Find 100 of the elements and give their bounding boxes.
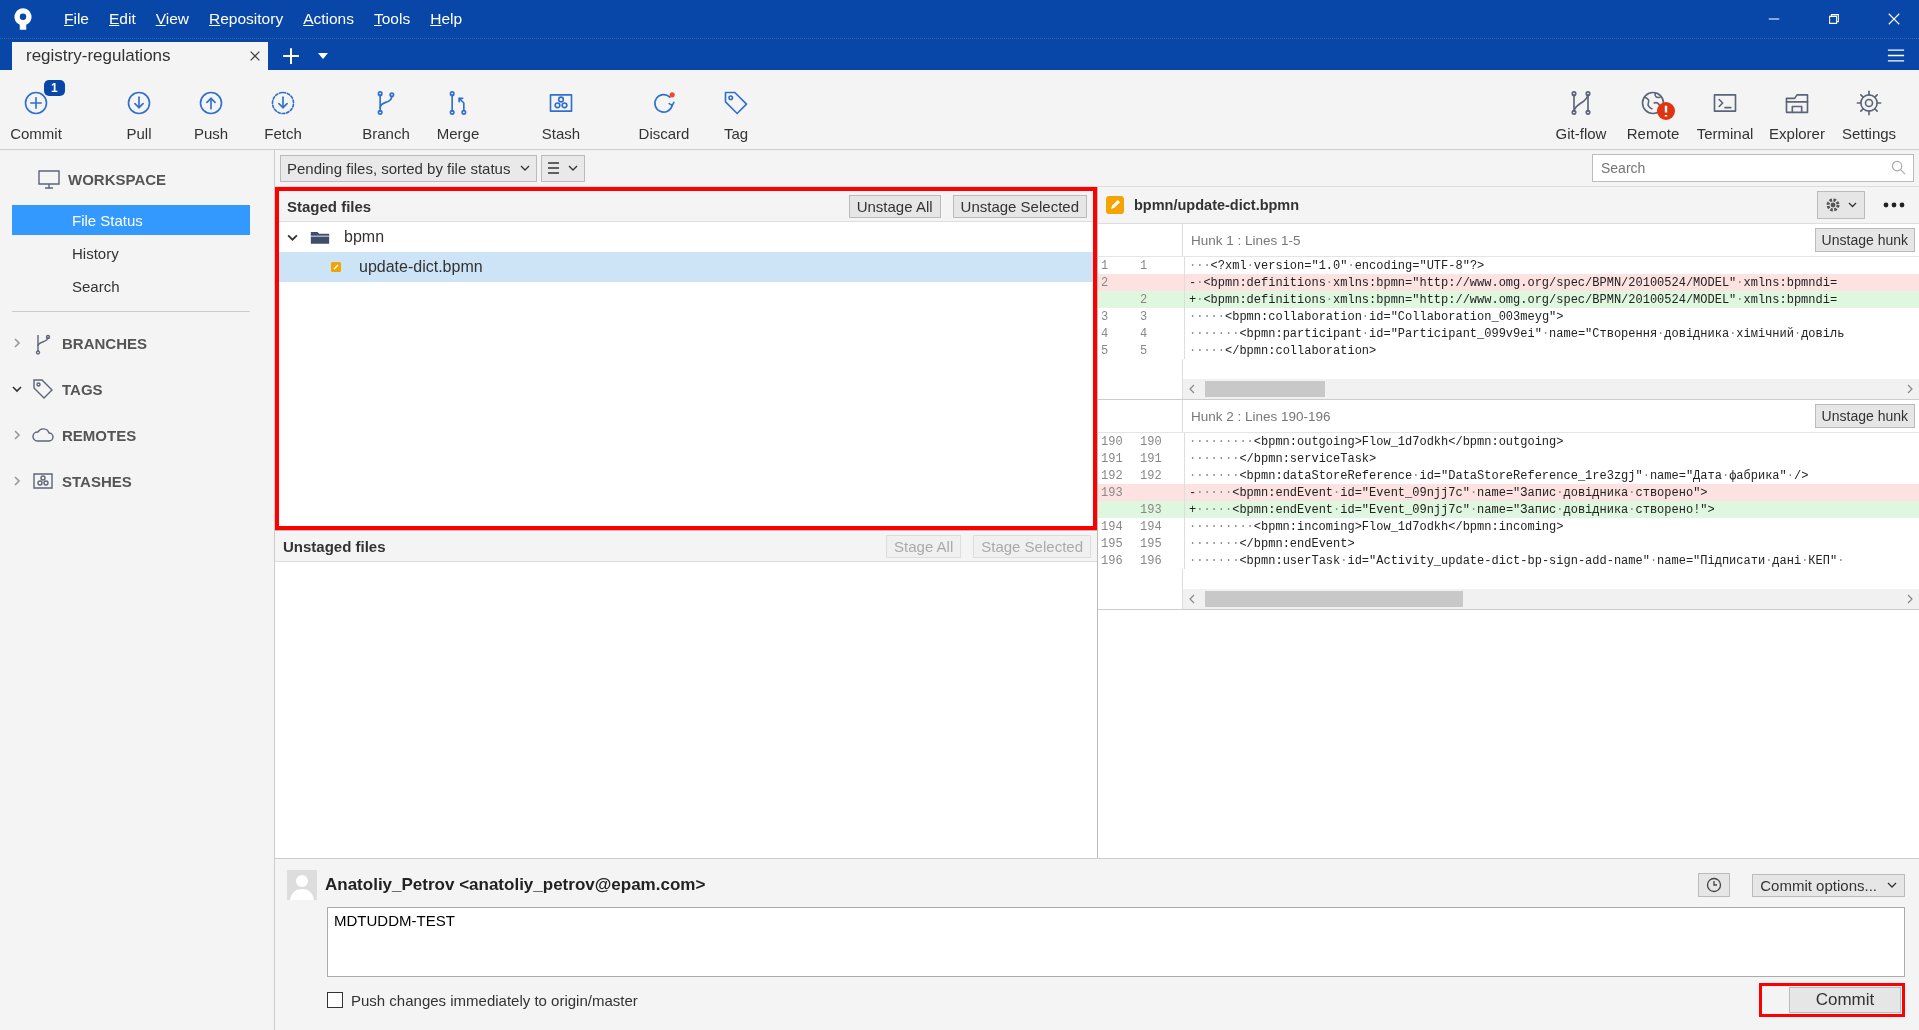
code-text: +·····<bpmn:endEvent·id="Event_09njj7c"·name="Запис·довідника·створено!"> — [1188, 502, 1715, 517]
line-number: 2 — [1100, 275, 1110, 290]
line-number: 195 — [1137, 535, 1185, 552]
menu-item[interactable]: Edit — [101, 8, 144, 30]
menu-item[interactable]: Repository — [201, 8, 292, 30]
gear-icon — [1824, 196, 1858, 214]
toolbar-button[interactable]: Explorer — [1761, 70, 1833, 149]
folder-name: bpmn — [344, 228, 385, 246]
line-number: 196 — [1100, 553, 1124, 568]
line-number: 191 — [1100, 451, 1124, 466]
tree-row[interactable]: bpmn — [279, 222, 1093, 252]
toolbar-button[interactable]: 1 Commit — [0, 70, 72, 149]
tool-icon — [1855, 89, 1883, 117]
scroll-right-icon[interactable] — [1907, 594, 1913, 604]
toolbar-button[interactable]: Terminal — [1689, 70, 1761, 149]
author-name: Anatoliy_Petrov <anatoliy_petrov@epam.com> — [325, 875, 707, 895]
menu-item[interactable]: Actions — [295, 8, 362, 30]
stage-button[interactable]: Unstage Selected — [952, 194, 1087, 218]
modified-icon — [331, 262, 341, 272]
caret-icon[interactable] — [318, 53, 328, 59]
file-filter-dropdown[interactable]: Pending files, sorted by file status — [280, 154, 538, 182]
toolbar-button[interactable]: Fetch — [247, 70, 319, 149]
commit-button[interactable]: Commit — [1789, 987, 1901, 1013]
section-title: WORKSPACE — [68, 170, 167, 188]
tool-icon — [269, 89, 297, 117]
toolbar-button[interactable]: Branch — [350, 70, 422, 149]
toolbar-button[interactable]: Pull — [103, 70, 175, 149]
toolbar-button[interactable]: Tag — [700, 70, 772, 149]
tool-icon — [197, 89, 225, 117]
folder-icon — [310, 229, 330, 245]
plus-icon[interactable] — [282, 47, 300, 65]
sidebar-item[interactable]: Search — [12, 271, 250, 301]
line-number: 5 — [1137, 342, 1185, 359]
line-number: 3 — [1100, 309, 1110, 324]
checkbox[interactable] — [327, 992, 343, 1008]
toolbar-button[interactable]: Push — [175, 70, 247, 149]
code-text: +·<bpmn:definitions·xmlns:bpmn="http://www.omg.org/spec/BPMN/20100524/MODEL"·xmlns:bpmndi= — [1188, 292, 1838, 307]
code-text: ·······<bpmn:userTask·id="Activity_update-dict-bp-sign-add-name"·name="Підписати·дані·КЕП"· — [1188, 553, 1845, 568]
line-number: 196 — [1137, 552, 1185, 569]
code-text: -·····<bpmn:endEvent·id="Event_09njj7c"·name="Запис·довідника·створено"> — [1188, 485, 1708, 500]
toolbar-button[interactable]: Git-flow — [1545, 70, 1617, 149]
code-text: ···<?xml·version="1.0"·encoding="UTF-8"?> — [1188, 258, 1485, 273]
tool-icon — [722, 89, 750, 117]
checkbox-label[interactable]: Push changes immediately to origin/master — [351, 991, 638, 1009]
toolbar-button[interactable]: Stash — [525, 70, 597, 149]
hunk-title: Hunk 1 : Lines 1-5 — [1190, 232, 1302, 248]
close-icon[interactable] — [248, 49, 262, 63]
toolbar-button[interactable]: Discard — [628, 70, 700, 149]
panel-title: Staged files — [287, 197, 372, 215]
horizontal-scrollbar[interactable] — [1183, 589, 1919, 609]
view-mode-button[interactable] — [541, 154, 586, 182]
code-text: ·········<bpmn:outgoing>Flow_1d7odkh</bpmn:outgoing> — [1188, 434, 1564, 449]
tool-icon — [125, 89, 153, 117]
stage-button[interactable]: Unstage All — [848, 194, 941, 218]
section-title[interactable]: REMOTES — [62, 426, 137, 444]
line-number: 192 — [1100, 468, 1124, 483]
code-text: ·········<bpmn:incoming>Flow_1d7odkh</bpmn:incoming> — [1188, 519, 1564, 534]
line-number: 2 — [1137, 291, 1185, 308]
commit-message-field[interactable]: MDTUDDM-TEST — [327, 907, 1905, 977]
restore-icon[interactable] — [1827, 12, 1841, 26]
toolbar-button[interactable]: Merge — [422, 70, 494, 149]
sidebar-item[interactable]: History — [12, 238, 250, 268]
line-number: 5 — [1100, 343, 1110, 358]
panel-title: Unstaged files — [283, 537, 386, 555]
scroll-left-icon[interactable] — [1189, 384, 1195, 394]
chevron-icon[interactable] — [12, 384, 22, 394]
menu-item[interactable]: View — [147, 8, 198, 30]
edit-icon — [1106, 196, 1124, 214]
menu-item[interactable]: Help — [422, 8, 471, 30]
settings-dropdown[interactable] — [1817, 191, 1865, 219]
line-number: 195 — [1100, 536, 1124, 551]
menu-item[interactable]: Tools — [366, 8, 419, 30]
repo-tab[interactable]: registry-regulations — [12, 42, 268, 70]
toolbar-button[interactable]: Settings — [1833, 70, 1905, 149]
section-title[interactable]: TAGS — [62, 380, 103, 398]
history-button[interactable] — [1698, 873, 1731, 897]
section-title[interactable]: BRANCHES — [62, 334, 147, 352]
chevron-icon — [1887, 882, 1897, 888]
scroll-right-icon[interactable] — [1907, 384, 1913, 394]
file-row[interactable]: update-dict.bpmn — [279, 252, 1093, 282]
line-number: 194 — [1137, 518, 1185, 535]
menu-item[interactable]: File — [56, 8, 97, 30]
line-number: 4 — [1137, 325, 1185, 342]
unstage-hunk-button[interactable]: Unstage hunk — [1814, 404, 1915, 428]
search-field[interactable]: Search — [1592, 154, 1914, 182]
commit-options-dropdown[interactable]: Commit options... — [1752, 873, 1905, 897]
unstage-hunk-button[interactable]: Unstage hunk — [1814, 228, 1915, 252]
list-icon — [548, 162, 579, 174]
file-path: bpmn/update-dict.bpmn — [1134, 197, 1301, 213]
menu-icon[interactable] — [1887, 48, 1905, 63]
code-text: -·<bpmn:definitions·xmlns:bpmn="http://www.omg.org/spec/BPMN/20100524/MODEL"·xmlns:bpmndi= — [1188, 275, 1838, 290]
file-name: update-dict.bpmn — [359, 258, 483, 276]
horizontal-scrollbar[interactable] — [1183, 379, 1919, 399]
line-number: 190 — [1137, 433, 1185, 450]
line-number: 193 — [1100, 485, 1124, 500]
line-number: 194 — [1100, 519, 1124, 534]
more-icon[interactable] — [1883, 202, 1905, 208]
toolbar-button[interactable]: Remote — [1617, 70, 1689, 149]
section-title[interactable]: STASHES — [62, 472, 132, 490]
scroll-left-icon[interactable] — [1189, 594, 1195, 604]
